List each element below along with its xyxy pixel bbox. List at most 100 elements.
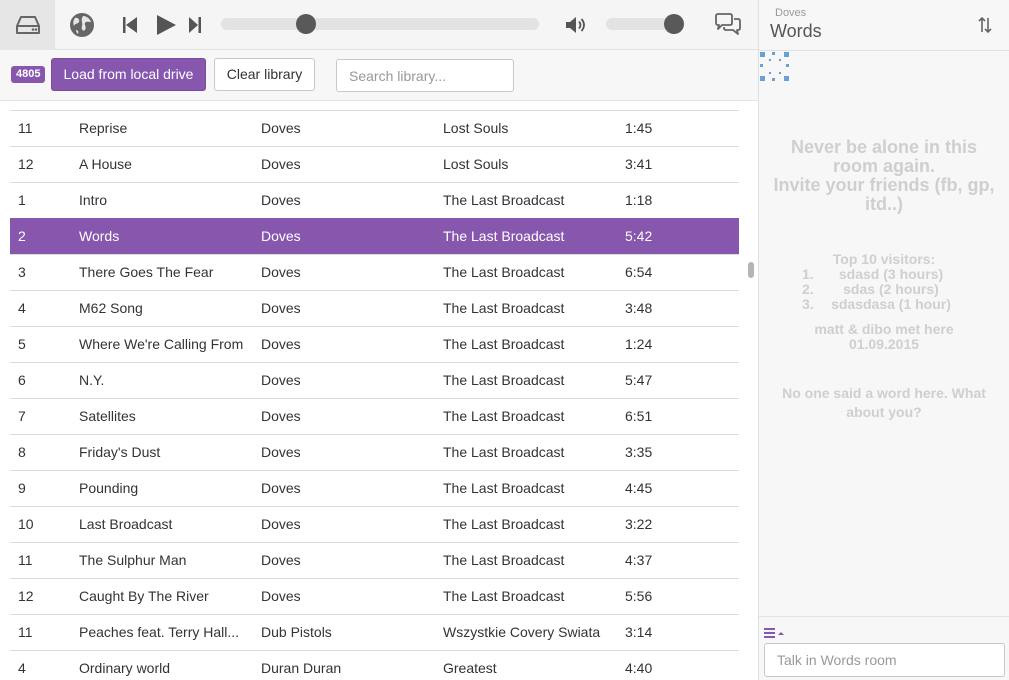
track-duration: 5:42 bbox=[625, 228, 653, 244]
chat-composer bbox=[759, 616, 1009, 680]
mute-button[interactable] bbox=[562, 0, 592, 50]
track-row[interactable]: 11 The Sulphur Man Doves The Last Broadcast… bbox=[10, 542, 739, 578]
track-album: The Last Broadcast bbox=[443, 480, 565, 496]
track-row[interactable]: 1 Intro Doves The Last Broadcast 1:18 bbox=[10, 182, 739, 218]
track-list: 11 Reprise Doves Lost Souls 1:45 12 A House Dov… bbox=[10, 110, 739, 680]
volume-icon bbox=[566, 17, 585, 33]
track-album: The Last Broadcast bbox=[443, 336, 565, 352]
track-row[interactable]: 8 Friday's Dust Doves The Last Broadcast 3:3… bbox=[10, 434, 739, 470]
track-number: 10 bbox=[18, 516, 34, 532]
track-row[interactable]: 3 There Goes The Fear Doves The Last Broadc… bbox=[10, 254, 739, 290]
track-number: 4 bbox=[18, 300, 26, 316]
track-album: The Last Broadcast bbox=[443, 228, 565, 244]
chat-message-input[interactable] bbox=[764, 643, 1005, 677]
top-visitor-item: 2. sdas (2 hours) bbox=[802, 281, 939, 297]
track-album: The Last Broadcast bbox=[443, 264, 565, 280]
invite-message: Never be alone in this room again. Invit… bbox=[773, 137, 995, 214]
track-album: The Last Broadcast bbox=[443, 444, 565, 460]
track-title: A House bbox=[79, 156, 132, 172]
track-row[interactable]: 4 Ordinary world Duran Duran Greatest 4:40 bbox=[10, 650, 739, 680]
track-row[interactable]: 12 A House Doves Lost Souls 3:41 bbox=[10, 146, 739, 182]
track-number: 12 bbox=[18, 588, 34, 604]
track-artist: Doves bbox=[261, 336, 301, 352]
track-number: 7 bbox=[18, 408, 26, 424]
top-visitors-title: Top 10 visitors: bbox=[832, 251, 936, 267]
track-row[interactable]: 5 Where We're Calling From Doves The Last B… bbox=[10, 326, 739, 362]
player-toolbar bbox=[0, 0, 758, 50]
now-playing-header: Doves Words bbox=[759, 0, 1009, 51]
track-artist: Doves bbox=[261, 588, 301, 604]
track-album: The Last Broadcast bbox=[443, 300, 565, 316]
track-artist: Doves bbox=[261, 120, 301, 136]
chat-toggle-button[interactable] bbox=[708, 0, 748, 50]
track-title: Ordinary world bbox=[79, 660, 171, 676]
track-album: The Last Broadcast bbox=[443, 408, 565, 424]
track-title: The Sulphur Man bbox=[79, 552, 187, 568]
top-visitor-item: 3. sdasdasa (1 hour) bbox=[802, 296, 951, 312]
track-album: The Last Broadcast bbox=[443, 552, 565, 568]
track-title: Last Broadcast bbox=[79, 516, 173, 532]
track-row[interactable]: 4 M62 Song Doves The Last Broadcast 3:48 bbox=[10, 290, 739, 326]
search-library-input[interactable] bbox=[336, 59, 514, 92]
track-duration: 3:22 bbox=[625, 516, 653, 532]
top-visitor-item: 1. sdasd (3 hours) bbox=[802, 266, 944, 282]
previous-button[interactable] bbox=[116, 0, 144, 50]
track-row[interactable]: 6 N.Y. Doves The Last Broadcast 5:47 bbox=[10, 362, 739, 398]
drive-icon bbox=[15, 16, 40, 34]
track-artist: Doves bbox=[261, 264, 301, 280]
track-duration: 3:48 bbox=[625, 300, 653, 316]
volume-handle[interactable] bbox=[664, 14, 684, 34]
track-row[interactable]: 12 Caught By The River Doves The Last Broad… bbox=[10, 578, 739, 614]
track-number: 11 bbox=[18, 624, 33, 640]
track-title: Peaches feat. Terry Hall... bbox=[79, 624, 240, 640]
clear-library-button[interactable]: Clear library bbox=[214, 58, 315, 91]
track-row[interactable]: 9 Pounding Doves The Last Broadcast 4:45 bbox=[10, 470, 739, 506]
rooms-globe-button[interactable] bbox=[62, 0, 102, 50]
library-tab-button[interactable] bbox=[0, 0, 55, 50]
track-album: The Last Broadcast bbox=[443, 588, 565, 604]
track-duration: 4:45 bbox=[625, 480, 653, 496]
music-app: 4805 Load from local drive Clear library… bbox=[0, 0, 1009, 680]
seek-bar[interactable] bbox=[221, 18, 539, 30]
library-toolbar: 4805 Load from local drive Clear library bbox=[0, 50, 758, 101]
track-row-playing[interactable]: 2 Words Doves The Last Broadcast 5:42 bbox=[10, 218, 739, 254]
track-album: The Last Broadcast bbox=[443, 372, 565, 388]
track-list-scrollbar[interactable] bbox=[748, 262, 754, 278]
track-title: Where We're Calling From bbox=[79, 336, 244, 352]
track-title: N.Y. bbox=[79, 372, 105, 388]
play-icon bbox=[157, 15, 176, 35]
track-number: 6 bbox=[18, 372, 26, 388]
menu-icon[interactable] bbox=[763, 626, 787, 640]
track-row[interactable]: 10 Last Broadcast Doves The Last Broadcast 3… bbox=[10, 506, 739, 542]
next-button[interactable] bbox=[184, 0, 206, 50]
track-number: 3 bbox=[18, 264, 26, 280]
sort-icon[interactable] bbox=[977, 16, 993, 34]
track-count-badge: 4805 bbox=[11, 66, 46, 83]
loader-icon bbox=[760, 52, 789, 81]
track-album: Lost Souls bbox=[443, 120, 509, 136]
track-duration: 4:37 bbox=[625, 552, 653, 568]
play-button[interactable] bbox=[150, 0, 182, 50]
top-visitors-list: 1. sdasd (3 hours) 2. sdas (2 hours) 3. … bbox=[769, 267, 999, 312]
track-row[interactable]: 11 Peaches feat. Terry Hall... Dub Pistols… bbox=[10, 614, 739, 650]
track-duration: 5:56 bbox=[625, 588, 653, 604]
track-album: Lost Souls bbox=[443, 156, 509, 172]
next-icon bbox=[189, 17, 201, 33]
library-panel: 4805 Load from local drive Clear library… bbox=[0, 0, 758, 680]
track-row[interactable]: 11 Reprise Doves Lost Souls 1:45 bbox=[10, 110, 739, 146]
track-title: Words bbox=[79, 228, 120, 244]
track-duration: 6:54 bbox=[625, 264, 653, 280]
track-artist: Doves bbox=[261, 444, 301, 460]
track-duration: 1:18 bbox=[625, 192, 653, 208]
empty-chat-message: No one said a word here. What about you? bbox=[782, 385, 986, 420]
track-title: Reprise bbox=[79, 120, 128, 136]
now-playing-artist: Doves bbox=[775, 7, 807, 19]
load-from-local-drive-button[interactable]: Load from local drive bbox=[51, 58, 206, 91]
track-duration: 6:51 bbox=[625, 408, 653, 424]
room-panel: Doves Words Never be alone in this room … bbox=[758, 0, 1009, 680]
track-number: 12 bbox=[18, 156, 34, 172]
track-number: 11 bbox=[18, 552, 33, 568]
seek-handle[interactable] bbox=[295, 14, 316, 34]
track-album: The Last Broadcast bbox=[443, 516, 565, 532]
track-row[interactable]: 7 Satellites Doves The Last Broadcast 6:51 bbox=[10, 398, 739, 434]
